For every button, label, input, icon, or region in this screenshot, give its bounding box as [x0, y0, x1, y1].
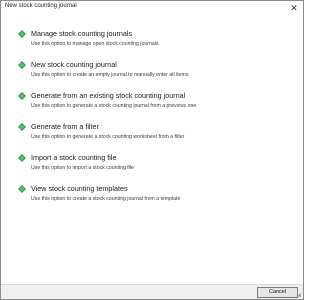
window-title: New stock counting journal: [5, 3, 77, 9]
green-arrow-icon: [18, 30, 26, 38]
option-label[interactable]: View stock counting templates: [31, 184, 128, 193]
green-arrow-icon: [18, 92, 26, 100]
green-arrow-icon: [18, 123, 26, 131]
option-new-journal[interactable]: New stock counting journal Use this opti…: [18, 60, 297, 84]
option-description: Use this option to manage open stock cou…: [31, 41, 159, 47]
option-generate-from-existing[interactable]: Generate from an existing stock counting…: [18, 91, 297, 115]
option-label[interactable]: Generate from a filter: [31, 122, 99, 131]
option-view-templates[interactable]: View stock counting templates Use this o…: [18, 184, 297, 208]
option-manage-journals[interactable]: Manage stock counting journals Use this …: [18, 29, 297, 53]
resize-grip-icon[interactable]: ◢: [297, 293, 302, 298]
option-generate-from-filter[interactable]: Generate from a filter Use this option t…: [18, 122, 297, 146]
option-description: Use this option to generate a stock coun…: [31, 134, 185, 140]
option-description: Use this option to generate a stock coun…: [31, 103, 197, 109]
green-arrow-icon: [18, 154, 26, 162]
green-arrow-icon: [18, 185, 26, 193]
title-bar: New stock counting journal ✕: [1, 1, 303, 16]
option-description: Use this option to import a stock counti…: [31, 165, 134, 171]
option-label[interactable]: Generate from an existing stock counting…: [31, 91, 185, 100]
option-description: Use this option to create a stock counti…: [31, 196, 181, 202]
option-import-file[interactable]: Import a stock counting file Use this op…: [18, 153, 297, 177]
green-arrow-icon: [18, 61, 26, 69]
option-description: Use this option to create an empty journ…: [31, 72, 189, 78]
close-button[interactable]: ✕: [288, 2, 300, 14]
option-label[interactable]: Import a stock counting file: [31, 153, 117, 162]
cancel-button[interactable]: Cancel: [257, 287, 298, 298]
dialog-footer: Cancel ◢: [1, 284, 303, 299]
dialog-window: New stock counting journal ✕ Manage stoc…: [0, 0, 304, 300]
option-label[interactable]: Manage stock counting journals: [31, 29, 132, 38]
option-label[interactable]: New stock counting journal: [31, 60, 117, 69]
